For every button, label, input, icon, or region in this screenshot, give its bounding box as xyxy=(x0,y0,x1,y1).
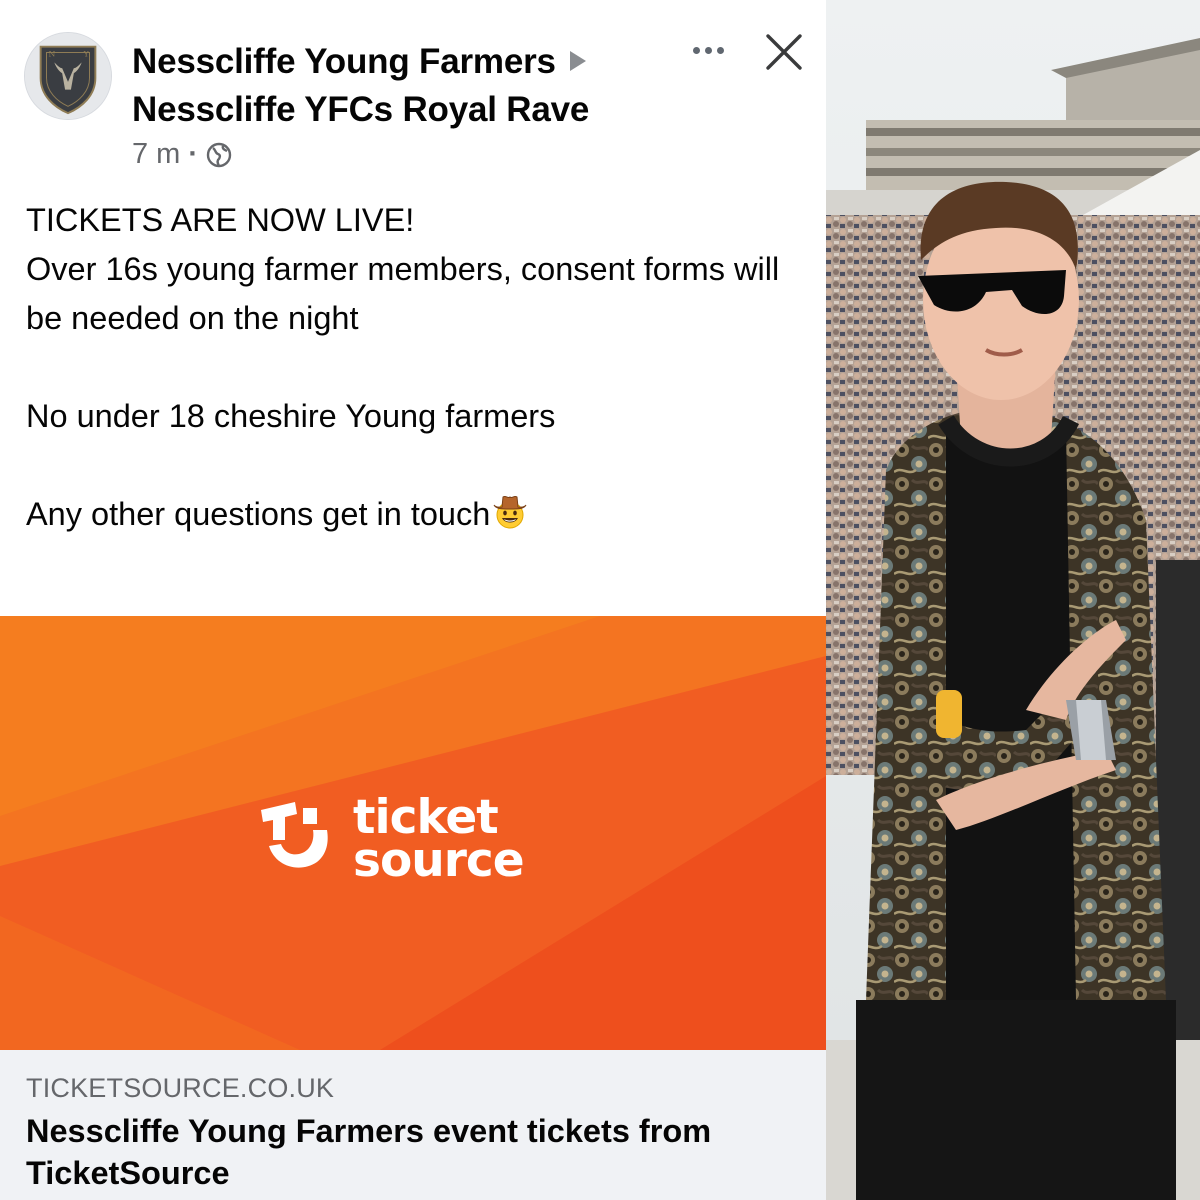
cowboy-hat-face-emoji xyxy=(493,495,527,529)
yfc-logo: N Y xyxy=(25,33,111,119)
dj-photo xyxy=(826,0,1200,1200)
globe-icon xyxy=(206,142,232,167)
facebook-post: N Y Nesscliffe Young Farmers Nesscliffe … xyxy=(0,0,826,1200)
ticketsource-wordmark: ticket source xyxy=(353,794,525,888)
event-name[interactable]: Nesscliffe YFCs Royal Rave xyxy=(132,86,692,134)
link-info[interactable]: TICKETSOURCE.CO.UK Nesscliffe Young Farm… xyxy=(0,1050,826,1200)
link-preview-image[interactable]: ticket source xyxy=(0,616,826,1050)
post-line-restriction: No under 18 cheshire Young farmers xyxy=(26,398,556,434)
post-author[interactable]: Nesscliffe Young Farmers Nesscliffe YFCs… xyxy=(132,38,692,134)
link-title[interactable]: Nesscliffe Young Farmers event tickets f… xyxy=(26,1110,800,1194)
arrow-right-icon xyxy=(569,51,586,71)
link-preview[interactable]: ticket source TICKETSOURCE.CO.UK Nesscli… xyxy=(0,616,826,1200)
post-meta: 7 m · xyxy=(132,138,232,171)
more-dot xyxy=(704,46,712,54)
post-timestamp[interactable]: 7 m xyxy=(132,138,180,171)
post-body: TICKETS ARE NOW LIVE! Over 16s young far… xyxy=(26,196,806,539)
page-name[interactable]: Nesscliffe Young Farmers xyxy=(132,42,556,81)
post-line-headline: TICKETS ARE NOW LIVE! xyxy=(26,202,415,238)
meta-separator: · xyxy=(188,138,199,170)
dj-photo-illustration xyxy=(826,0,1200,1200)
ticketsource-mark-icon xyxy=(261,802,328,868)
page-avatar[interactable]: N Y xyxy=(24,32,112,120)
contact-text: Any other questions get in touch xyxy=(26,496,491,532)
post-line-consent: Over 16s young farmer members, consent f… xyxy=(26,251,780,336)
more-options-icon[interactable] xyxy=(678,30,738,70)
ticketsource-logo: ticket source xyxy=(255,794,575,896)
svg-text:N: N xyxy=(48,49,55,58)
svg-text:Y: Y xyxy=(83,49,90,58)
link-domain: TICKETSOURCE.CO.UK xyxy=(26,1073,335,1103)
more-dot xyxy=(692,46,700,54)
more-dot xyxy=(716,46,724,54)
brand-word-source: source xyxy=(353,833,525,888)
post-line-contact: Any other questions get in touch xyxy=(26,490,806,539)
close-icon[interactable] xyxy=(760,28,808,76)
